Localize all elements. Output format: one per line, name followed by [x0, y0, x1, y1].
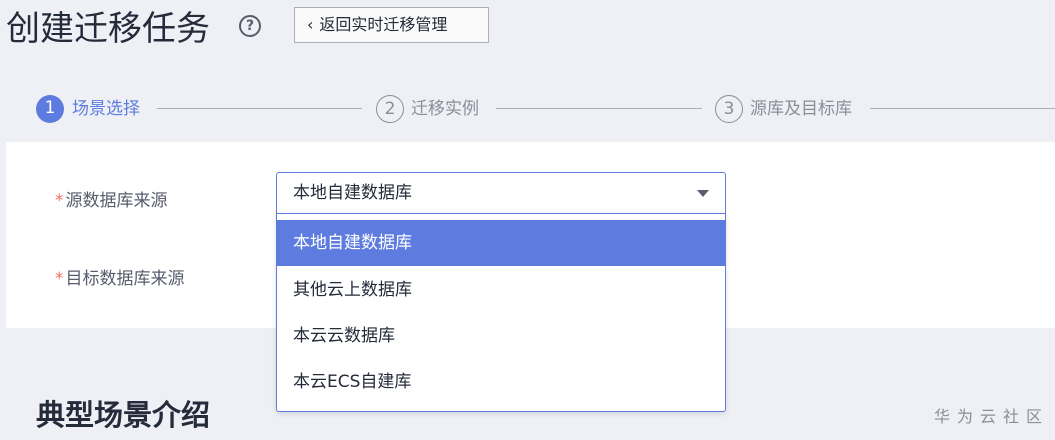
step-1-label: 场景选择	[72, 99, 140, 119]
step-2-label: 迁移实例	[411, 99, 479, 119]
page-header: 创建迁移任务 ? ‹ 返回实时迁移管理	[0, 0, 1055, 70]
required-mark: *	[55, 269, 64, 289]
step-1-number: 1	[36, 95, 64, 123]
step-connector	[157, 108, 362, 109]
chevron-left-icon: ‹	[307, 15, 314, 34]
page-title: 创建迁移任务	[6, 9, 210, 49]
source-db-select[interactable]: 本地自建数据库	[276, 172, 726, 214]
source-db-label: * 源数据库来源	[55, 191, 168, 211]
step-3-number: 3	[715, 95, 743, 123]
back-to-migration-management-button[interactable]: ‹ 返回实时迁移管理	[294, 7, 489, 43]
dropdown-option-this-cloud-ecs[interactable]: 本云ECS自建库	[277, 359, 725, 405]
required-mark: *	[55, 191, 64, 211]
source-db-select-value: 本地自建数据库	[293, 183, 412, 203]
step-3-label: 源库及目标库	[750, 99, 852, 119]
source-db-dropdown: 本地自建数据库 其他云上数据库 本云云数据库 本云ECS自建库	[276, 213, 726, 412]
dropdown-option-other-cloud[interactable]: 其他云上数据库	[277, 267, 725, 313]
typical-scenarios-heading: 典型场景介绍	[36, 398, 211, 432]
step-2-number: 2	[376, 95, 404, 123]
question-circle-icon[interactable]: ?	[239, 15, 261, 37]
back-button-label: 返回实时迁移管理	[319, 15, 448, 34]
step-connector	[496, 108, 702, 109]
dropdown-option-local-selfbuilt[interactable]: 本地自建数据库	[277, 220, 725, 266]
watermark: 华为云社区	[934, 407, 1050, 426]
target-db-label: * 目标数据库来源	[55, 269, 185, 289]
dropdown-option-this-cloud-db[interactable]: 本云云数据库	[277, 313, 725, 359]
stepper: 1 场景选择 2 迁移实例 3 源库及目标库	[0, 86, 1055, 132]
caret-down-icon	[697, 190, 709, 197]
step-connector	[870, 108, 1055, 109]
